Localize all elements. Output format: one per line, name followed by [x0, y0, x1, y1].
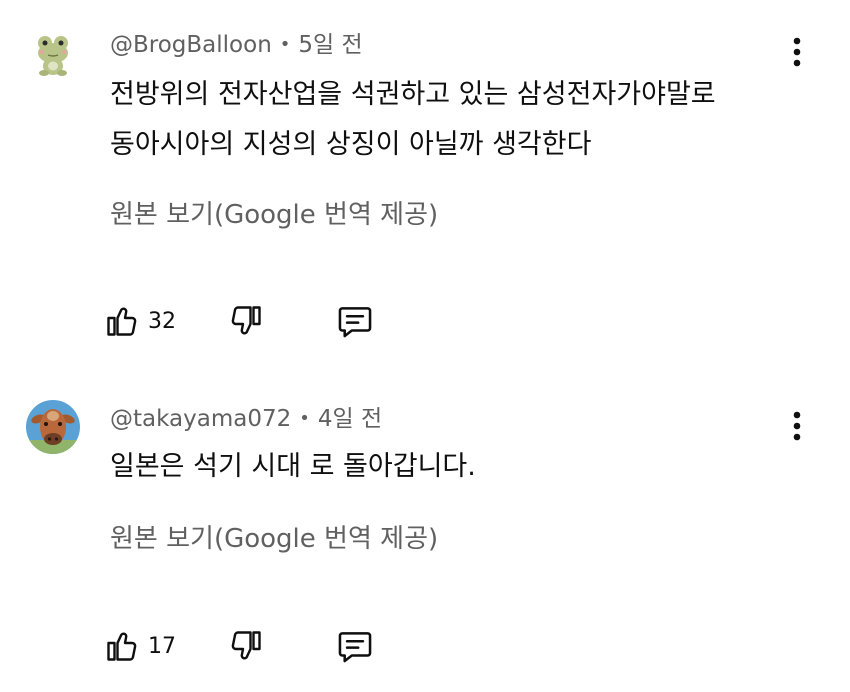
more-options-button[interactable]	[780, 404, 814, 448]
frog-avatar[interactable]	[26, 26, 80, 80]
thumbs-up-icon	[107, 632, 137, 661]
reply-button[interactable]	[336, 621, 374, 671]
comment-text: 전방위의 전자산업을 석권하고 있는 삼성전자가야말로 동아시아의 지성의 상징…	[110, 70, 716, 170]
see-original-link[interactable]: 원본 보기(Google 번역 제공)	[110, 522, 438, 556]
like-button[interactable]: 17	[104, 621, 176, 671]
comment-line: 동아시아의 지성의 상징이 아닐까 생각한다	[110, 129, 592, 160]
meta-separator: •	[279, 34, 291, 55]
frog-avatar-icon	[26, 26, 80, 80]
like-count: 17	[148, 633, 176, 659]
thumbs-up-icon	[107, 307, 137, 336]
author-name[interactable]: @takayama072	[110, 404, 291, 434]
reply-button[interactable]	[336, 296, 374, 346]
comment-line: 전방위의 전자산업을 석권하고 있는 삼성전자가야말로	[110, 79, 716, 110]
comment-item: @takayama072 • 4일 전 일본은 석기 시대 로 돌아갑니다. 원…	[0, 378, 850, 692]
dislike-button[interactable]	[228, 621, 264, 671]
thumbs-down-icon	[231, 631, 261, 660]
comment-line: 일본은 석기 시대 로 돌아갑니다.	[110, 451, 476, 482]
comment-time: 5일 전	[298, 32, 363, 58]
thumbs-down-icon	[231, 306, 261, 335]
more-options-button[interactable]	[780, 30, 814, 74]
comment-item: @BrogBalloon • 5일 전 전방위의 전자산업을 석권하고 있는 삼…	[0, 0, 850, 370]
reply-comment-icon	[338, 307, 372, 338]
more-vertical-icon	[793, 37, 801, 67]
cow-avatar[interactable]	[26, 400, 80, 454]
comment-actions: 17	[104, 621, 424, 671]
meta-separator: •	[299, 408, 310, 429]
reply-comment-icon	[338, 632, 372, 663]
dislike-button[interactable]	[228, 296, 264, 346]
like-count: 32	[148, 308, 176, 334]
comment-time: 4일 전	[317, 406, 383, 432]
author-name[interactable]: @BrogBalloon	[110, 30, 272, 60]
comment-actions: 32	[104, 296, 424, 346]
like-button[interactable]: 32	[104, 296, 176, 346]
comment-meta: @takayama072 • 4일 전	[110, 404, 382, 434]
cow-avatar-icon	[26, 400, 80, 454]
see-original-link[interactable]: 원본 보기(Google 번역 제공)	[110, 198, 438, 232]
comment-meta: @BrogBalloon • 5일 전	[110, 30, 363, 60]
more-vertical-icon	[793, 411, 801, 441]
comment-text: 일본은 석기 시대 로 돌아갑니다.	[110, 442, 476, 492]
